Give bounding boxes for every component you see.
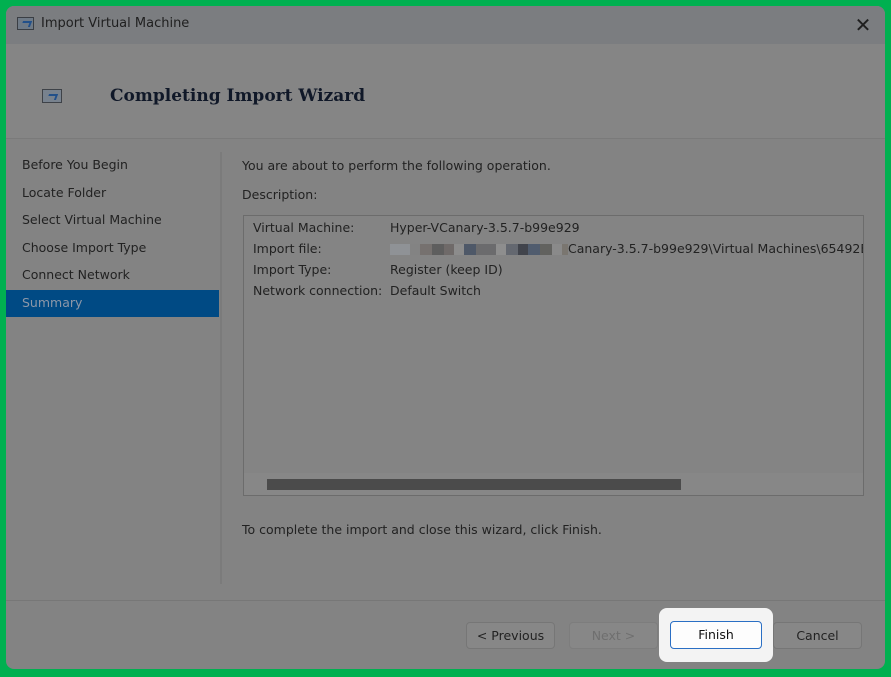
- cancel-button[interactable]: Cancel: [773, 622, 862, 649]
- page-title: Completing Import Wizard: [110, 86, 366, 106]
- detail-key: Virtual Machine:: [253, 220, 355, 235]
- detail-value: Register (keep ID): [390, 262, 503, 277]
- step-choose-import-type[interactable]: Choose Import Type: [6, 235, 219, 263]
- detail-value: Canary-3.5.7-b99e929\Virtual Machines\65…: [390, 241, 863, 256]
- previous-button[interactable]: < Previous: [466, 622, 555, 649]
- step-connect-network[interactable]: Connect Network: [6, 262, 219, 290]
- detail-value: Hyper-VCanary-3.5.7-b99e929: [390, 220, 580, 235]
- next-button[interactable]: Next >: [569, 622, 658, 649]
- horizontal-scrollbar[interactable]: [244, 473, 863, 495]
- detail-value-text: Canary-3.5.7-b99e929\Virtual Machines\65…: [568, 241, 863, 256]
- import-vm-dialog: Import Virtual Machine ✕ Completing Impo…: [6, 6, 885, 669]
- step-summary[interactable]: Summary: [6, 289, 219, 317]
- detail-value: Default Switch: [390, 283, 481, 298]
- wizard-steps: Before You Begin Locate Folder Select Vi…: [6, 152, 219, 317]
- import-vm-icon: [42, 89, 62, 103]
- finish-instructions: To complete the import and close this wi…: [242, 522, 602, 537]
- scrollbar-thumb[interactable]: [267, 479, 681, 490]
- description-label: Description:: [242, 187, 318, 202]
- intro-text: You are about to perform the following o…: [242, 158, 551, 173]
- window-title: Import Virtual Machine: [41, 16, 190, 31]
- footer-divider: [6, 600, 885, 601]
- step-select-virtual-machine[interactable]: Select Virtual Machine: [6, 207, 219, 235]
- redacted-path: [390, 241, 568, 256]
- import-vm-icon: [17, 17, 34, 30]
- divider: [220, 152, 222, 584]
- summary-panel: You are about to perform the following o…: [242, 158, 872, 537]
- detail-key: Import Type:: [253, 262, 332, 277]
- finish-button[interactable]: Finish: [670, 621, 762, 649]
- step-before-you-begin[interactable]: Before You Begin: [6, 152, 219, 180]
- wizard-header: Completing Import Wizard: [6, 44, 885, 139]
- title-bar: Import Virtual Machine ✕: [6, 6, 885, 44]
- detail-key: Import file:: [253, 241, 322, 256]
- close-button[interactable]: ✕: [849, 11, 877, 39]
- description-box[interactable]: Virtual Machine: Hyper-VCanary-3.5.7-b99…: [243, 215, 864, 496]
- step-locate-folder[interactable]: Locate Folder: [6, 180, 219, 208]
- detail-key: Network connection:: [253, 283, 383, 298]
